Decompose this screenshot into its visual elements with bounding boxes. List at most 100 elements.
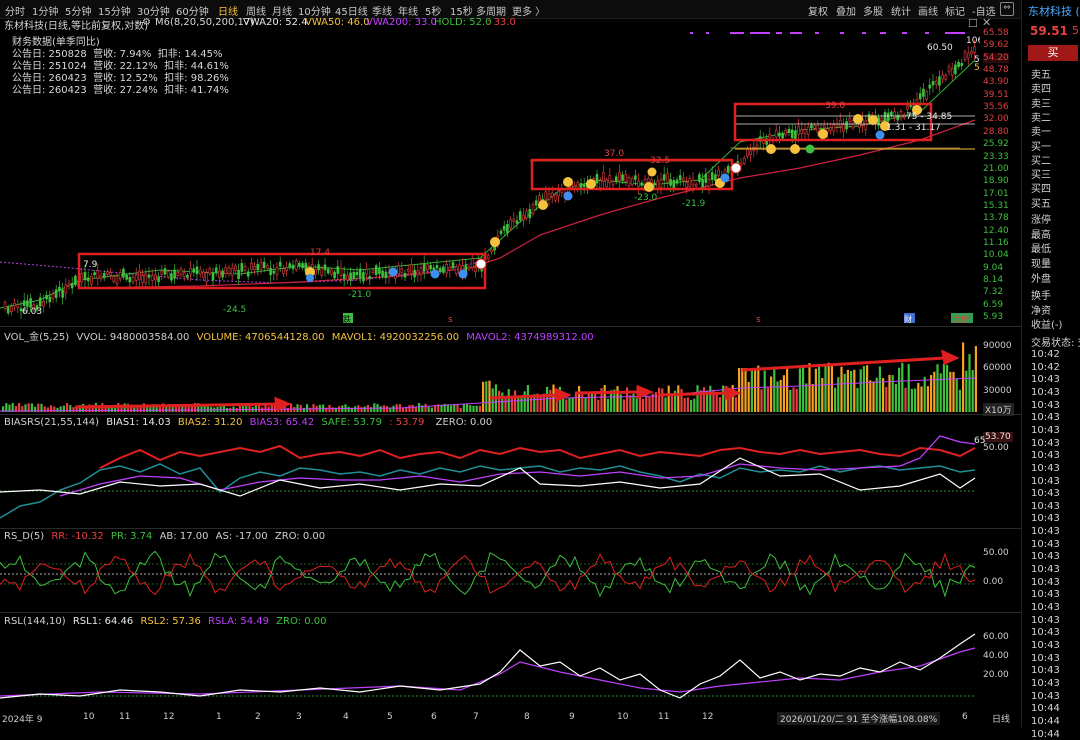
candle-body <box>189 267 192 275</box>
period-weekly[interactable]: 周线 <box>246 3 266 18</box>
candle-body <box>58 286 61 292</box>
volume-bar <box>590 392 593 412</box>
x-tick: 11 <box>658 712 670 722</box>
candle-body <box>547 193 551 200</box>
period-10min[interactable]: 10分钟 <box>298 3 331 18</box>
candle-body <box>115 276 119 285</box>
volume-bar <box>478 405 481 412</box>
volume-bar <box>667 385 670 412</box>
candle-body <box>429 265 432 270</box>
volume-bar <box>408 405 411 412</box>
volume-bar <box>747 381 750 412</box>
period-daily[interactable]: 日线 <box>218 3 238 18</box>
period-intraday[interactable]: 分时 <box>5 3 25 18</box>
candle-body <box>611 181 615 186</box>
chart-tool-icon[interactable]: ☐ <box>968 17 978 30</box>
volume-bar <box>584 397 587 412</box>
biasrs-chart[interactable] <box>0 428 980 528</box>
volume-bar <box>578 385 581 412</box>
expand-icon[interactable]: ⇔ <box>1000 2 1014 16</box>
volume-chart[interactable] <box>0 340 980 414</box>
settings-icon[interactable]: ⚙ <box>142 17 151 28</box>
order-book-row: 卖一 <box>1031 127 1051 138</box>
candle-body <box>128 277 132 283</box>
price-axis-label: 7.32 <box>983 287 1004 298</box>
time-row: 10:43 <box>1031 614 1060 626</box>
candle-body <box>784 130 788 135</box>
candle-body <box>746 148 749 157</box>
time-row: 10:43 <box>1031 564 1060 576</box>
candle-body <box>243 265 247 271</box>
quote-stock-name[interactable]: 东材科技 ( <box>1028 3 1080 19</box>
period-yearly[interactable]: 年线 <box>398 3 418 18</box>
period-60min[interactable]: 60分钟 <box>176 3 209 18</box>
period-quarterly[interactable]: 季线 <box>372 3 392 18</box>
multi-stock-button[interactable]: 多股 <box>863 3 883 18</box>
candle-body <box>598 180 602 189</box>
volume-bar <box>568 397 571 412</box>
volume-bar <box>165 406 168 412</box>
overlay-button[interactable]: 叠加 <box>836 3 856 18</box>
volume-bar <box>72 407 75 412</box>
period-1min[interactable]: 1分钟 <box>32 3 58 18</box>
period-monthly[interactable]: 月线 <box>272 3 292 18</box>
close-icon[interactable]: ✕ <box>982 16 991 29</box>
candle-body <box>256 264 260 271</box>
volume-bar <box>859 369 862 412</box>
rsl-zro: ZRO: 0.00 <box>276 616 327 627</box>
candle-body <box>365 268 368 275</box>
period-30min[interactable]: 30分钟 <box>137 3 170 18</box>
candle-body <box>659 178 663 188</box>
candle-body <box>141 275 144 284</box>
mark-button[interactable]: 标记 <box>945 3 965 18</box>
candle-body <box>442 266 445 273</box>
volume-bar <box>875 377 878 412</box>
x-tick: 9 <box>569 712 575 722</box>
candle-body <box>214 267 218 273</box>
volume-bar <box>958 389 961 412</box>
buy-button[interactable]: 买 <box>1028 45 1078 61</box>
buy-signal-icon <box>818 129 828 139</box>
candle-body <box>275 267 279 276</box>
price-chart[interactable]: 6.03 7.9 17.4 -24.5 -21.0 37.0 32.5 -23.… <box>0 30 980 326</box>
volume-bar <box>654 392 657 412</box>
rsl-chart[interactable] <box>0 628 980 710</box>
candle-body <box>208 268 212 274</box>
period-more[interactable]: 更多 〉 <box>512 3 545 18</box>
candle-body <box>339 267 343 276</box>
period-multi[interactable]: 多周期 <box>476 3 506 18</box>
period-45day[interactable]: 45日线 <box>335 3 368 18</box>
adjust-button[interactable]: 复权 <box>808 3 828 18</box>
volume-bar <box>686 397 689 412</box>
event-marker-s: s <box>756 315 761 325</box>
period-5min[interactable]: 5分钟 <box>65 3 91 18</box>
sell-signal-icon <box>430 269 440 279</box>
price-axis-label: 23.33 <box>983 151 1009 162</box>
volume-bar <box>862 365 865 412</box>
volume-bar <box>914 388 917 412</box>
rsd-chart[interactable] <box>0 542 980 612</box>
period-15min[interactable]: 15分钟 <box>98 3 131 18</box>
candle-body <box>778 132 781 137</box>
price-axis-label: 32.00 <box>983 114 1009 125</box>
volume-bar <box>946 364 949 412</box>
candle-body <box>816 125 820 133</box>
candle-body <box>221 270 224 278</box>
volume-bar <box>904 387 907 412</box>
candle-body <box>227 267 231 275</box>
candle-body <box>416 270 420 276</box>
biasrs-zero: ZERO: 0.00 <box>435 417 493 428</box>
period-15sec[interactable]: 15秒 <box>450 3 473 18</box>
low-start-label: 6.03 <box>22 307 42 317</box>
time-row: 10:44 <box>1031 728 1060 740</box>
vwa50-value: VWA50: 46.0 <box>305 17 370 28</box>
volume-bar <box>971 370 974 412</box>
candle-body <box>525 210 528 219</box>
period-5sec[interactable]: 5秒 <box>425 3 441 18</box>
stats-button[interactable]: 统计 <box>891 3 911 18</box>
main-chart-info: 东材科技(日线,等比前复权,对数) ⚙ M6(8,20,50,200,17) V… <box>0 17 1000 32</box>
draw-button[interactable]: 画线 <box>918 3 938 18</box>
volume-bar <box>245 405 248 412</box>
time-row: 10:43 <box>1031 602 1060 613</box>
candle-body <box>848 117 852 122</box>
